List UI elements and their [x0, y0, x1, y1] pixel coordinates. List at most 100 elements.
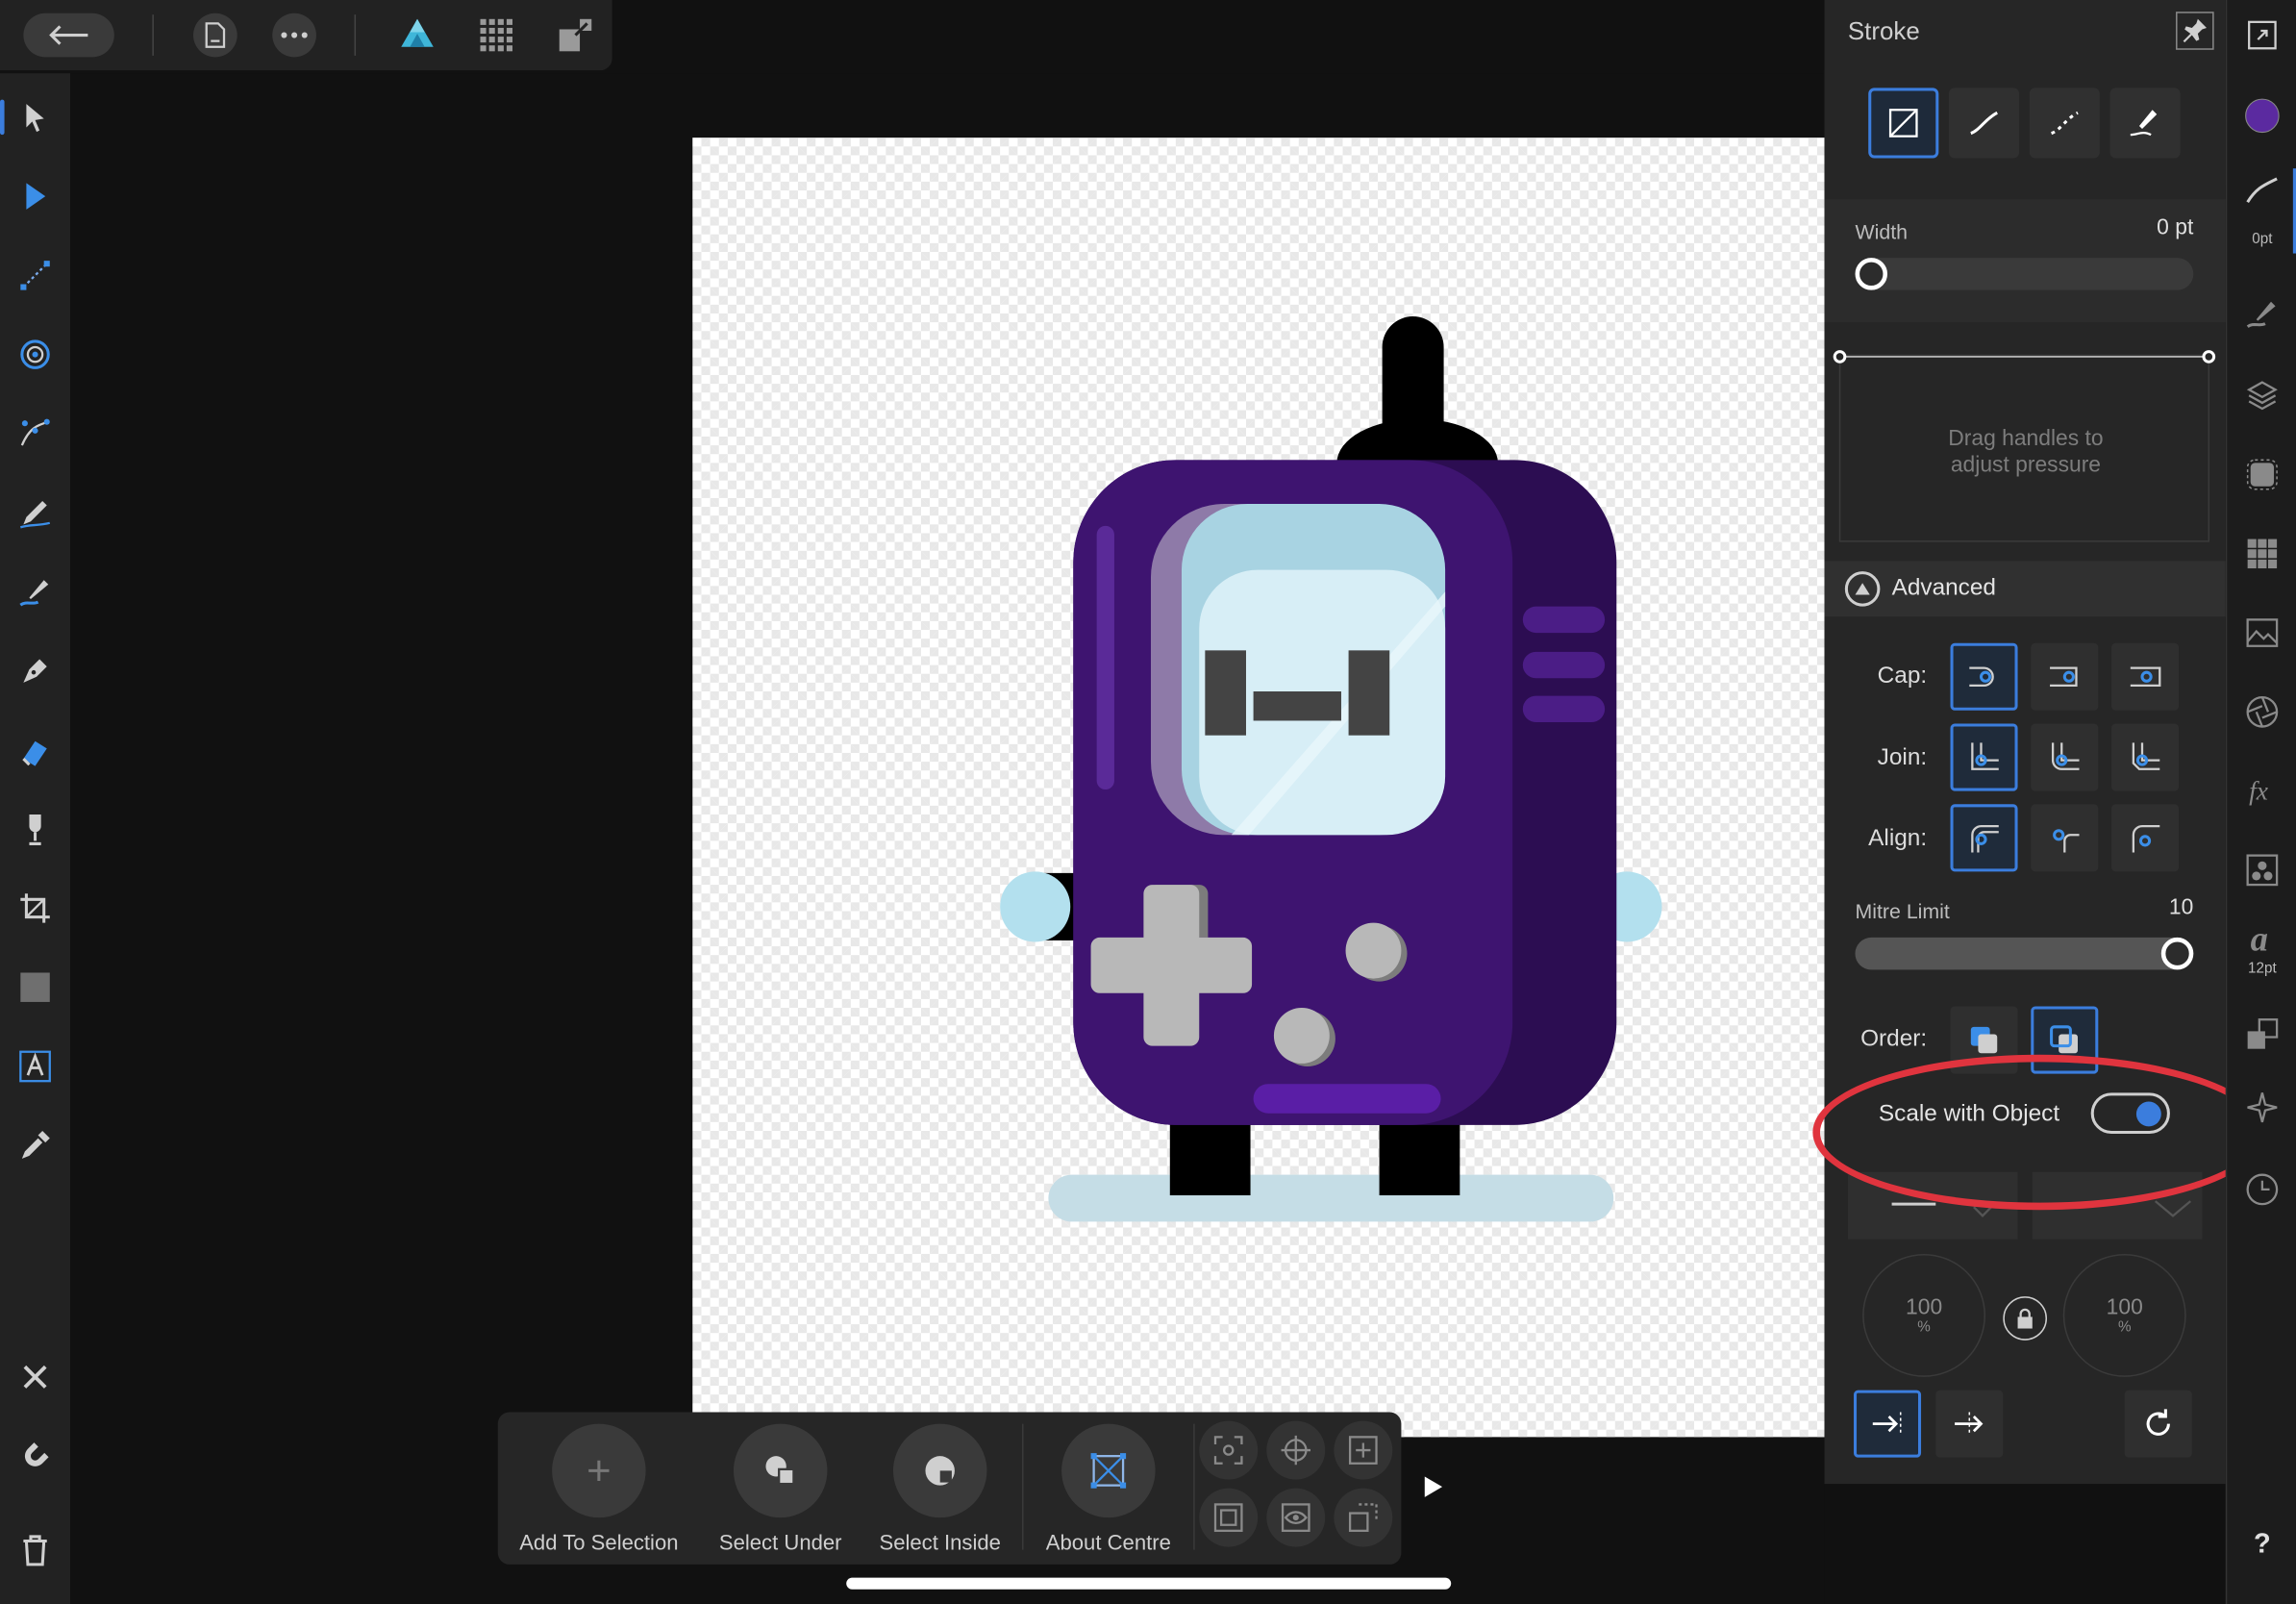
contour-tool[interactable] [9, 407, 62, 460]
solid-line-icon [1970, 111, 1998, 136]
stroke-panel: Stroke Width 0 pt Drag handles to adjust… [1824, 0, 2226, 1485]
text-tool[interactable] [9, 1040, 62, 1093]
pressure-start-handle[interactable] [1833, 350, 1847, 363]
styles-studio-button[interactable] [2242, 850, 2284, 891]
lock-icon [2017, 1308, 2033, 1329]
svg-text:a: a [2251, 921, 2268, 957]
aperture-icon [2246, 695, 2279, 728]
crosshair-button[interactable] [1266, 1420, 1326, 1480]
swatches-studio-button[interactable] [2242, 533, 2284, 574]
cancel-button[interactable] [9, 1350, 62, 1403]
align-inside-button[interactable] [2031, 804, 2099, 872]
about-centre-button[interactable] [1061, 1423, 1156, 1518]
export-persona-button[interactable] [555, 14, 596, 56]
link-scale-button[interactable] [2003, 1296, 2048, 1341]
align-outside-button[interactable] [2111, 804, 2180, 872]
fullscreen-button[interactable] [2242, 14, 2284, 56]
color-studio-button[interactable] [2237, 90, 2287, 140]
order-label: Order: [1860, 1026, 1928, 1052]
bounding-box-button[interactable] [1199, 1488, 1259, 1547]
symbols-studio-button[interactable] [2242, 1087, 2284, 1128]
join-round-button[interactable] [2031, 723, 2099, 791]
centre-origin-button[interactable] [1334, 1420, 1393, 1480]
home-indicator [846, 1577, 1452, 1590]
arrowhead-extend-button[interactable] [1853, 1390, 1922, 1458]
snapping-button[interactable] [9, 1430, 62, 1483]
select-under-button[interactable] [733, 1423, 828, 1518]
advanced-toggle[interactable]: Advanced [1824, 561, 2226, 617]
separator [152, 14, 154, 56]
cap-square-button[interactable] [2111, 642, 2180, 711]
artboard[interactable] [692, 138, 1825, 1438]
end-arrowhead-scale[interactable]: 100 % [2062, 1253, 2186, 1377]
solid-line-style-button[interactable] [1948, 88, 2020, 159]
cap-round-button[interactable] [2031, 642, 2099, 711]
game-console-character-illustration[interactable] [692, 138, 1824, 1437]
history-studio-button[interactable] [2242, 1169, 2284, 1211]
select-inside-label: Select Inside [879, 1532, 1001, 1556]
pencil-tool[interactable] [9, 487, 62, 539]
refresh-icon [2146, 1409, 2170, 1436]
node-tool[interactable] [9, 170, 62, 223]
document-button[interactable] [193, 13, 237, 58]
width-slider[interactable] [1855, 258, 2194, 290]
pressure-end-handle[interactable] [2202, 350, 2216, 363]
back-arrow-icon [49, 25, 88, 45]
plus-icon [588, 1460, 610, 1482]
corner-tool[interactable] [9, 249, 62, 302]
crop-tool[interactable] [9, 882, 62, 935]
duplicate-transform-button[interactable] [1334, 1488, 1393, 1547]
transform-studio-button[interactable] [2242, 1014, 2284, 1055]
stroke-studio-button[interactable] [2242, 170, 2284, 212]
move-tool[interactable] [0, 90, 62, 143]
navigator-studio-button[interactable] [2242, 691, 2284, 733]
brush-stroke-style-button[interactable] [2109, 88, 2181, 159]
brushes-studio-button[interactable] [2242, 293, 2284, 335]
dashed-line-style-button[interactable] [2029, 88, 2100, 159]
pixel-persona-button[interactable] [476, 14, 517, 56]
export-persona-icon [559, 18, 592, 52]
rectangle-tool[interactable] [9, 961, 62, 1014]
pen-nib-icon [23, 659, 47, 683]
expand-context-toolbar-button[interactable] [1417, 1470, 1450, 1503]
pen-tool[interactable] [9, 644, 62, 697]
point-transform-tool[interactable] [9, 328, 62, 381]
more-button[interactable] [272, 13, 316, 58]
text-studio-button[interactable]: a [2242, 918, 2284, 960]
image-icon [2246, 618, 2279, 647]
width-slider-knob[interactable] [1855, 258, 1888, 290]
arrowhead-inside-button[interactable] [1935, 1390, 2004, 1458]
swap-arrowheads-button[interactable] [2124, 1390, 2192, 1458]
add-to-selection-button[interactable] [552, 1423, 646, 1518]
effects-studio-button[interactable]: fx [2242, 770, 2284, 812]
pin-panel-button[interactable] [2176, 12, 2214, 50]
no-stroke-style-button[interactable] [1868, 88, 1939, 159]
delete-button[interactable] [9, 1523, 62, 1576]
join-bevel-button[interactable] [2111, 723, 2180, 791]
fill-bucket-icon [22, 740, 47, 766]
fill-tool[interactable] [9, 724, 62, 777]
select-inside-button[interactable] [892, 1423, 987, 1518]
about-centre-icon [1090, 1453, 1127, 1489]
stroke-width-icon [2246, 177, 2278, 204]
end-scale-value: 100 [2106, 1294, 2143, 1320]
start-arrowhead-scale[interactable]: 100 % [1862, 1253, 1986, 1377]
join-mitre-button[interactable] [1950, 723, 2018, 791]
pressure-graph[interactable]: Drag handles to adjust pressure [1833, 350, 2216, 542]
color-picker-tool[interactable] [9, 1119, 62, 1172]
trash-icon [23, 1535, 47, 1566]
mitre-limit-slider-knob[interactable] [2160, 937, 2194, 970]
appearance-studio-button[interactable] [2242, 454, 2284, 495]
align-center-button[interactable] [1950, 804, 2018, 872]
back-button[interactable] [23, 13, 114, 58]
stock-studio-button[interactable] [2242, 613, 2284, 654]
vector-brush-tool[interactable] [9, 565, 62, 618]
cap-butt-button[interactable] [1950, 642, 2018, 711]
transform-origin-button[interactable] [1199, 1420, 1259, 1480]
pointer-arrow-icon [26, 104, 44, 133]
layers-studio-button[interactable] [2242, 375, 2284, 416]
help-button[interactable]: ? [2227, 1529, 2296, 1562]
transparency-tool[interactable] [9, 803, 62, 856]
designer-persona-button[interactable] [397, 14, 438, 56]
preview-button[interactable] [1266, 1488, 1326, 1547]
